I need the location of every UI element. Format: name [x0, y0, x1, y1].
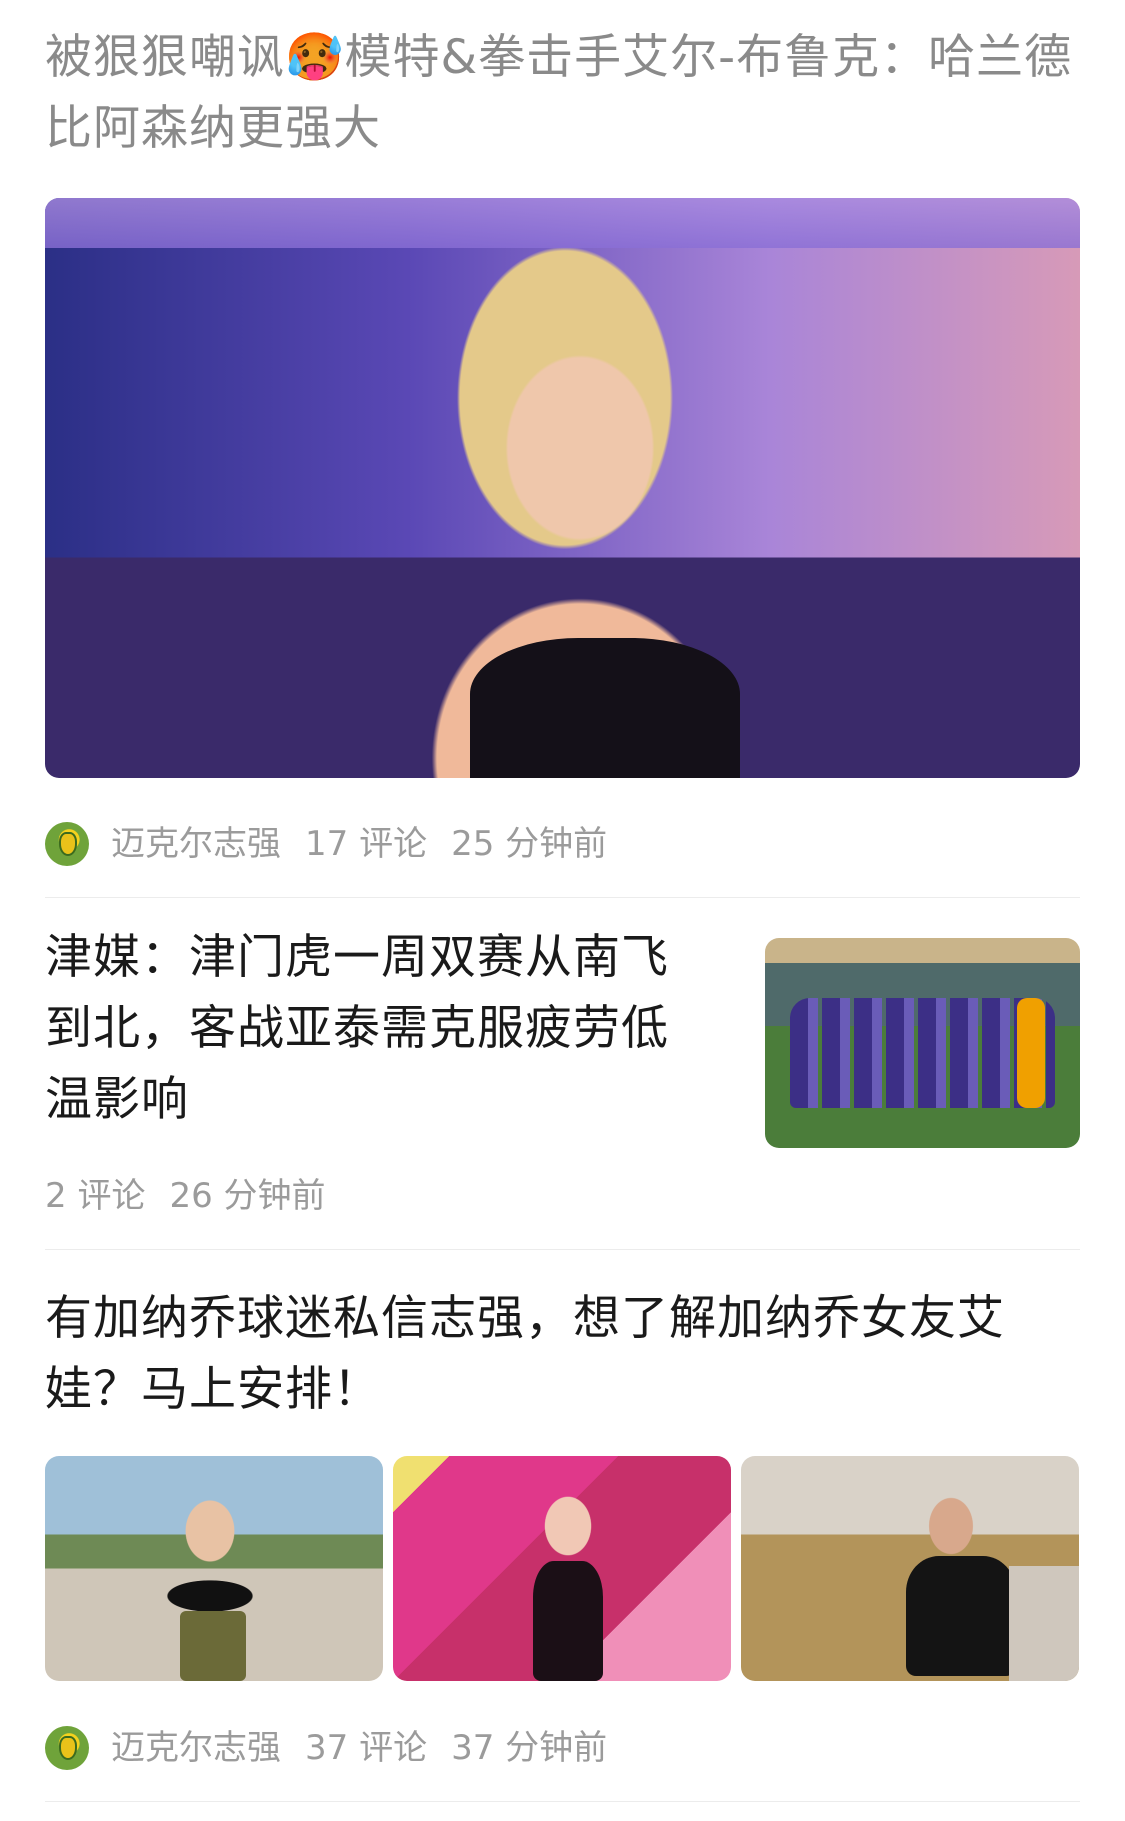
hero-light [45, 198, 1080, 248]
photo-detail [180, 1611, 246, 1681]
team-players [790, 998, 1055, 1108]
photo-detail [533, 1561, 603, 1681]
article-card-3[interactable]: 有加纳乔球迷私信志强，想了解加纳乔女友艾娃？马上安排！ [45, 1283, 1080, 1425]
article-thumbnail[interactable] [765, 938, 1080, 1148]
publish-time: 25 分钟前 [451, 824, 608, 864]
article-title[interactable]: 被狠狠嘲讽🥵模特&拳击手艾尔-布鲁克：哈兰德比阿森纳更强大 [45, 22, 1080, 164]
hero-figure [470, 638, 740, 778]
comment-count: 37 评论 [305, 1728, 428, 1768]
article-title[interactable]: 津媒：津门虎一周双赛从南飞到北，客战亚泰需克服疲劳低温影响 [45, 922, 685, 1135]
publish-time: 37 分钟前 [451, 1728, 608, 1768]
gallery-image-2[interactable] [393, 1456, 731, 1681]
article-card-2[interactable]: 津媒：津门虎一周双赛从南飞到北，客战亚泰需克服疲劳低温影响 [45, 922, 685, 1135]
author-avatar-icon[interactable] [45, 1726, 89, 1770]
divider [45, 897, 1080, 898]
publish-time: 26 分钟前 [169, 1176, 326, 1216]
photo-detail [906, 1556, 1016, 1676]
news-feed: 被狠狠嘲讽🥵模特&拳击手艾尔-布鲁克：哈兰德比阿森纳更强大 迈克尔志强 17 评… [0, 0, 1125, 1821]
gallery-image-3[interactable] [741, 1456, 1079, 1681]
author-name[interactable]: 迈克尔志强 [111, 820, 281, 868]
article-title[interactable]: 有加纳乔球迷私信志强，想了解加纳乔女友艾娃？马上安排！ [45, 1283, 1080, 1425]
divider [45, 1801, 1080, 1802]
photo-detail [1009, 1566, 1079, 1681]
author-name[interactable]: 迈克尔志强 [111, 1724, 281, 1772]
author-avatar-icon[interactable] [45, 822, 89, 866]
goalkeeper [1017, 998, 1045, 1108]
divider [45, 1249, 1080, 1250]
article-meta: 迈克尔志强 37 评论 37 分钟前 [45, 1724, 1080, 1772]
article-hero-image[interactable] [45, 198, 1080, 778]
article-card-1[interactable]: 被狠狠嘲讽🥵模特&拳击手艾尔-布鲁克：哈兰德比阿森纳更强大 [45, 22, 1080, 164]
article-meta: 迈克尔志强 17 评论 25 分钟前 [45, 820, 1080, 868]
comment-count: 2 评论 [45, 1176, 146, 1216]
comment-count: 17 评论 [305, 824, 428, 864]
article-meta: 2 评论 26 分钟前 [45, 1172, 1080, 1220]
gallery-image-1[interactable] [45, 1456, 383, 1681]
